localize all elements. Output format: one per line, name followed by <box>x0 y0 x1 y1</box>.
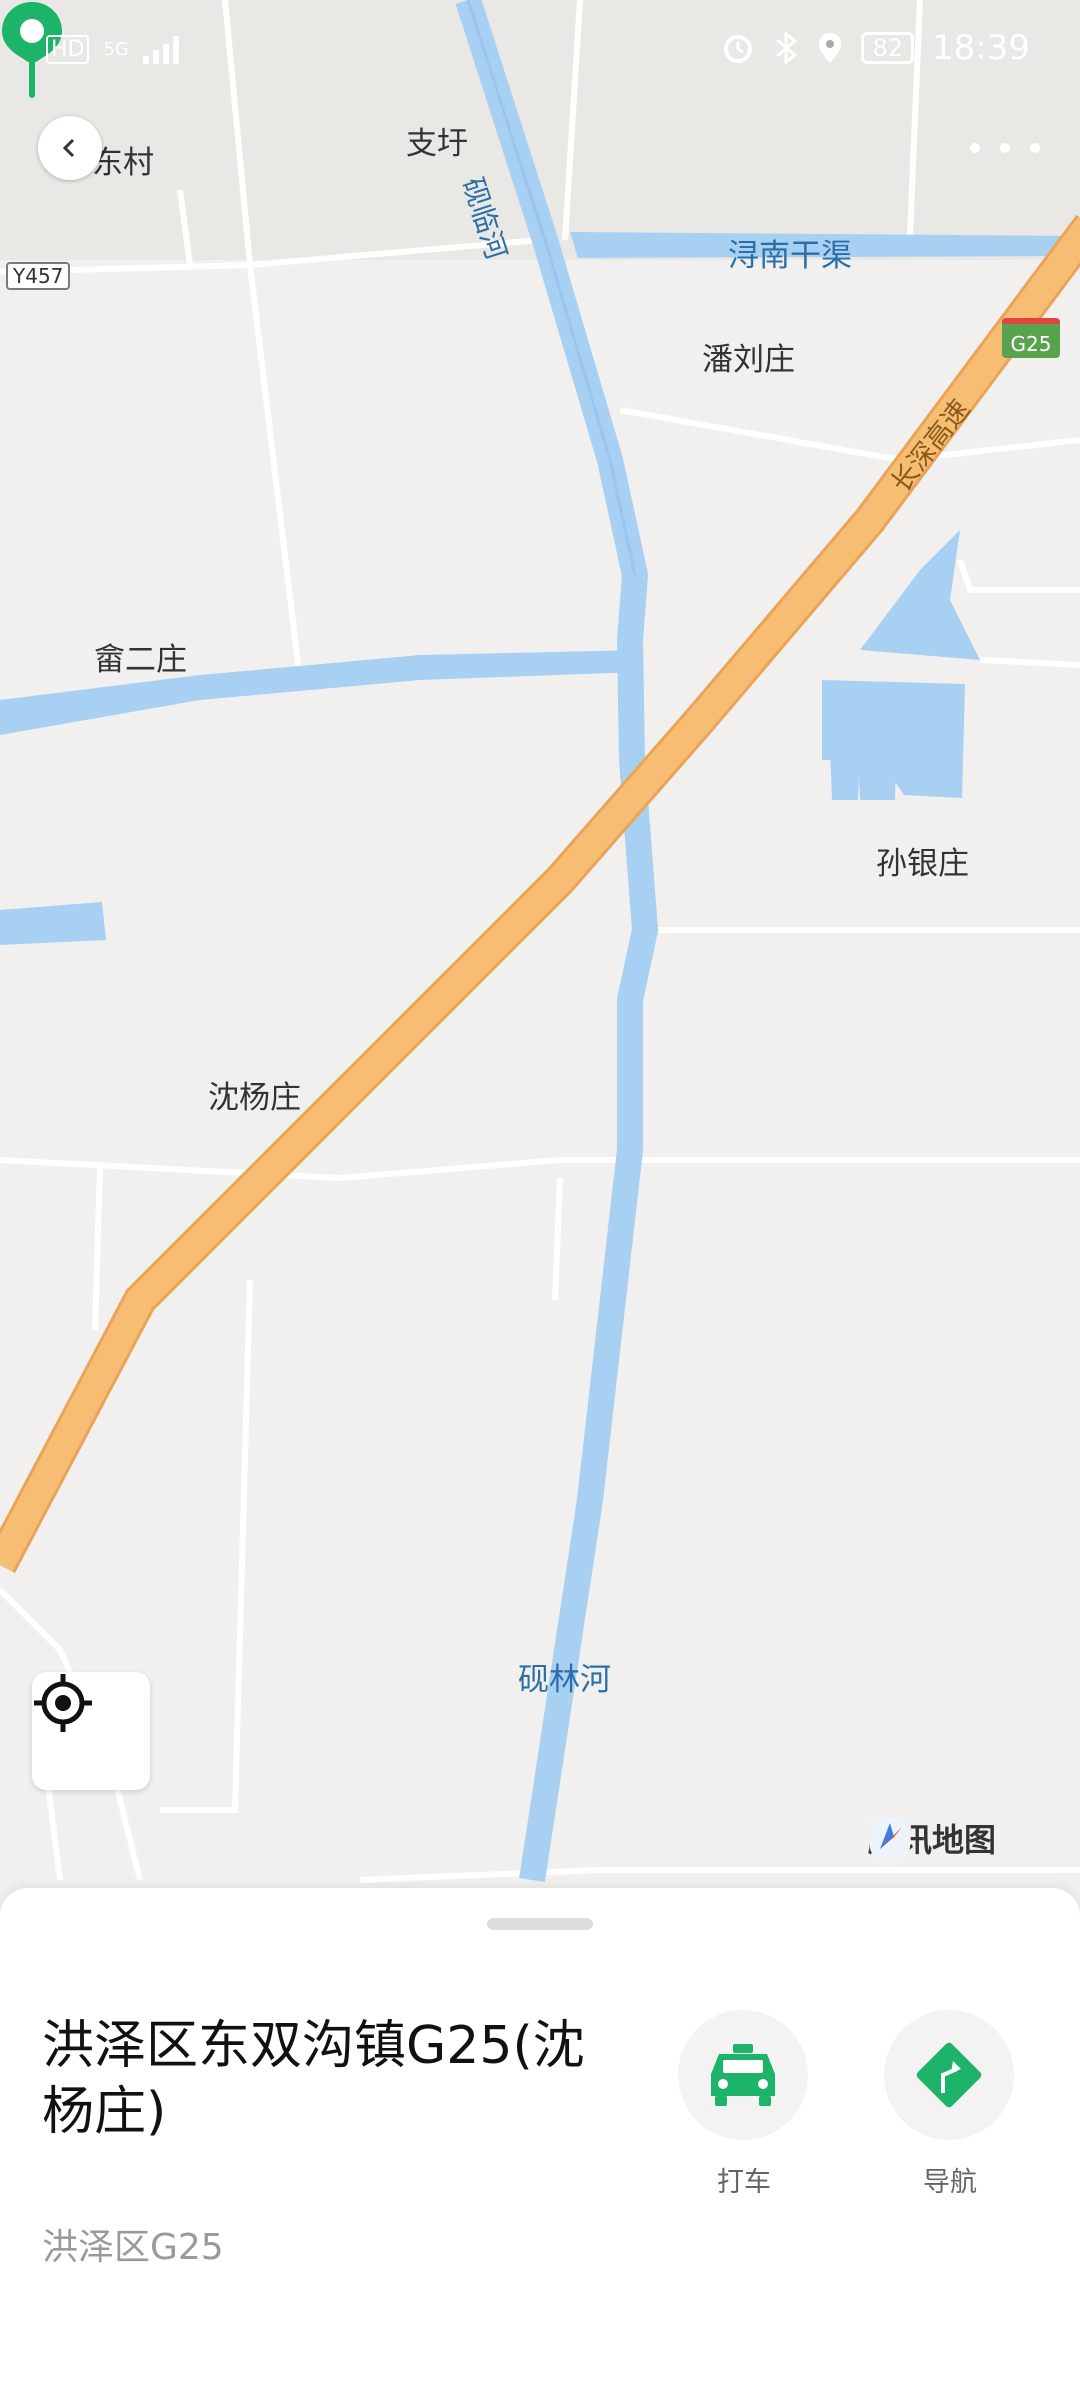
crosshair-icon <box>34 1674 92 1732</box>
road-sign-y457: Y457 <box>6 262 71 290</box>
chevron-left-icon <box>62 138 75 158</box>
map-label-zhiyu: 支圩 <box>406 126 468 162</box>
map-label-shenyangzhuang: 沈杨庄 <box>208 1080 301 1116</box>
map-label-canal: 浔南干渠 <box>728 238 852 274</box>
signal-icon <box>142 36 179 64</box>
navigation-label: 导航 <box>923 2167 977 2198</box>
battery-level: 82 <box>861 32 915 64</box>
taxi-label: 打车 <box>717 2167 771 2198</box>
alarm-icon <box>724 35 753 63</box>
tencent-map-icon <box>870 1817 910 1857</box>
network-type: 5G <box>103 38 129 60</box>
map-label-panliuzhuang: 潘刘庄 <box>702 342 795 378</box>
taxi-icon <box>711 2044 775 2106</box>
map-view[interactable]: 东村 支圩 砚临河 浔南干渠 Y457 G25 潘刘庄 长深高速 畲二庄 孙银庄… <box>0 0 1080 1900</box>
back-button[interactable] <box>38 116 102 180</box>
bluetooth-icon <box>776 31 798 65</box>
taxi-button-circle[interactable] <box>678 2010 808 2140</box>
highway-shield-g25: G25 <box>1002 318 1060 358</box>
map-label-sheerzhuang: 畲二庄 <box>94 642 187 678</box>
clock: 18:39 <box>932 28 1030 68</box>
locate-me-button[interactable] <box>32 1672 150 1790</box>
more-dot-icon <box>1030 143 1040 153</box>
map-provider-logo: 腾讯地图 <box>868 1815 996 1861</box>
navigation-icon <box>916 2042 982 2108</box>
place-info-sheet[interactable]: 洪泽区东双沟镇G25(沈杨庄) 洪泽区G25 打车 导航 <box>0 1888 1080 2400</box>
location-icon <box>819 33 842 63</box>
navigation-button-circle[interactable] <box>884 2010 1014 2140</box>
status-bar: HD 5G 82 18:39 <box>0 0 1080 100</box>
more-dot-icon <box>970 143 980 153</box>
more-dot-icon <box>1000 143 1010 153</box>
hd-indicator: HD <box>46 34 90 64</box>
place-address: 洪泽区G25 <box>42 2227 224 2268</box>
sheet-drag-handle[interactable] <box>487 1918 593 1930</box>
map-label-sunyinzhuang: 孙银庄 <box>876 846 969 882</box>
place-title: 洪泽区东双沟镇G25(沈杨庄) <box>42 2016 585 2142</box>
map-label-river: 砚林河 <box>518 1662 611 1698</box>
map-canvas[interactable] <box>0 0 1080 1900</box>
navigation-button[interactable]: 导航 <box>884 2010 1016 2199</box>
more-options-button[interactable] <box>970 128 1040 168</box>
taxi-button[interactable]: 打车 <box>678 2010 810 2199</box>
